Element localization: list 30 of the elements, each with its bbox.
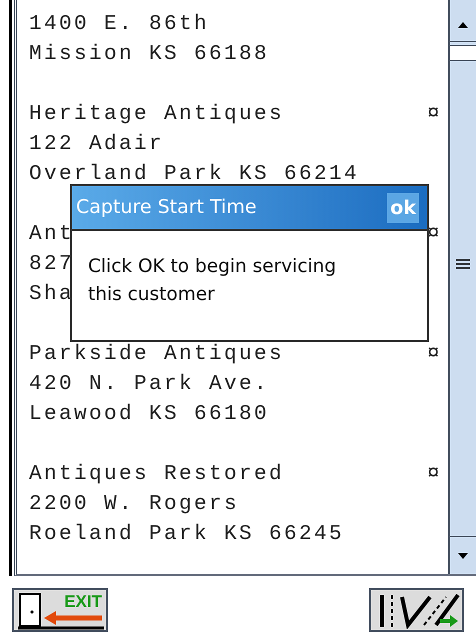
- up-arrow-icon: [458, 22, 468, 28]
- address-line: Heritage Antiques: [29, 102, 284, 128]
- record-marker: ¤: [426, 222, 442, 248]
- down-arrow-icon: [458, 552, 468, 558]
- address-line: 420 N. Park Ave.: [29, 372, 270, 398]
- scrollbar[interactable]: [448, 0, 476, 574]
- address-line: Antiques Restored: [29, 462, 284, 488]
- ok-button[interactable]: ok: [387, 192, 419, 222]
- address-line: Ant: [29, 222, 74, 248]
- address-line: Mission KS 66188: [29, 42, 270, 68]
- address-line: Sha: [29, 282, 74, 308]
- address-line: 1400 E. 86th: [29, 12, 210, 38]
- record-marker: ¤: [426, 102, 442, 128]
- address-line: Overland Park KS 66214: [29, 162, 360, 188]
- record-marker: ¤: [426, 342, 442, 368]
- door-arrow-icon: [18, 592, 104, 630]
- address-line: Leawood KS 66180: [29, 402, 270, 428]
- dialog-title: Capture Start Time: [76, 195, 257, 220]
- dialog-message: Click OK to begin servicing this customer: [87, 255, 338, 307]
- scroll-thumb[interactable]: [450, 45, 476, 61]
- address-line: Roeland Park KS 66245: [29, 522, 344, 548]
- address-line: 2200 W. Rogers: [29, 492, 240, 518]
- action-button[interactable]: [369, 588, 464, 632]
- exit-button[interactable]: EXIT: [12, 588, 108, 632]
- grip-icon: [456, 258, 470, 268]
- address-line: Parkside Antiques: [29, 342, 284, 368]
- address-line: 122 Adair: [29, 132, 164, 158]
- record-marker: ¤: [426, 462, 442, 488]
- exit-label: EXIT: [64, 592, 102, 612]
- address-line: 827: [29, 252, 74, 278]
